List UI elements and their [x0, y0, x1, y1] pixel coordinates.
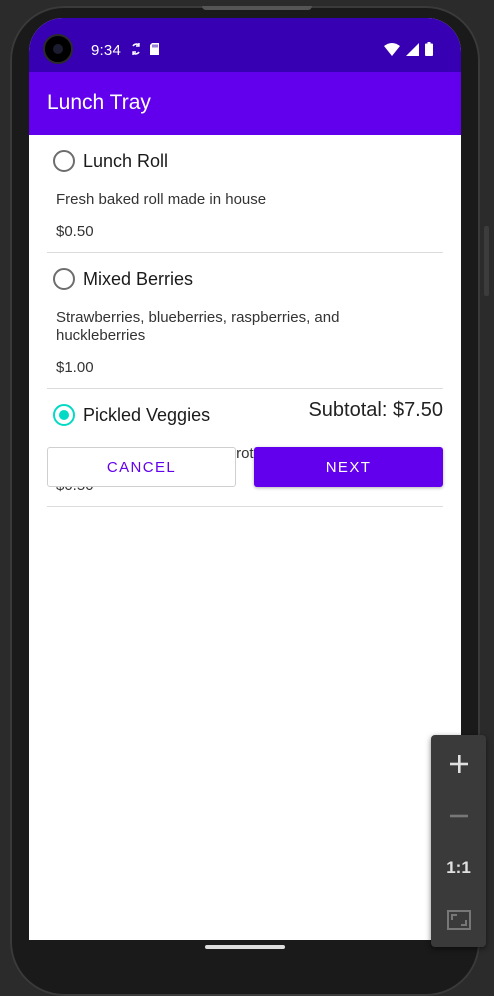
emulator-zoom-controls: 1:1 [431, 735, 486, 947]
next-button[interactable]: NEXT [254, 447, 443, 487]
home-indicator[interactable] [205, 945, 285, 949]
item-price: $1.00 [56, 359, 94, 376]
status-time: 9:34 [91, 42, 121, 59]
wifi-icon [384, 42, 400, 61]
menu-item-lunch-roll[interactable]: Lunch Roll Fresh baked roll made in hous… [47, 135, 443, 253]
sd-card-icon [149, 42, 160, 61]
device-screen: 9:34 Lunch Tray Lunch Roll Fresh baked r… [29, 18, 461, 940]
app-title: Lunch Tray [47, 91, 151, 114]
front-camera [43, 34, 73, 64]
power-button[interactable] [484, 226, 489, 296]
zoom-actual-size-button[interactable]: 1:1 [431, 843, 486, 893]
app-bar: Lunch Tray [29, 72, 461, 135]
status-right-icons [384, 42, 433, 61]
cellular-signal-icon [406, 42, 419, 61]
sync-icon [131, 42, 141, 61]
status-bar: 9:34 [29, 18, 461, 72]
radio-button[interactable] [53, 268, 75, 290]
subtotal: Subtotal: $7.50 [308, 399, 443, 421]
item-description: Fresh baked roll made in house [56, 191, 267, 208]
menu-item-mixed-berries[interactable]: Mixed Berries Strawberries, blueberries,… [47, 253, 443, 389]
zoom-in-icon[interactable] [431, 739, 486, 789]
item-description: Strawberries, blueberries, raspberries, … [56, 309, 340, 344]
menu-item-header[interactable]: Mixed Berries [47, 253, 443, 305]
radio-button-selected[interactable] [53, 404, 75, 426]
battery-icon [425, 42, 433, 61]
radio-button[interactable] [53, 150, 75, 172]
speaker-grill [202, 6, 312, 10]
status-left-icons [131, 42, 160, 61]
item-price: $0.50 [56, 223, 94, 240]
zoom-fit-icon[interactable] [431, 895, 486, 945]
cancel-button[interactable]: CANCEL [47, 447, 236, 487]
item-name: Mixed Berries [83, 268, 194, 289]
item-name: Pickled Veggies [83, 404, 211, 425]
item-name: Lunch Roll [83, 150, 169, 171]
zoom-out-icon[interactable] [431, 791, 486, 841]
menu-item-header[interactable]: Lunch Roll [47, 135, 443, 187]
